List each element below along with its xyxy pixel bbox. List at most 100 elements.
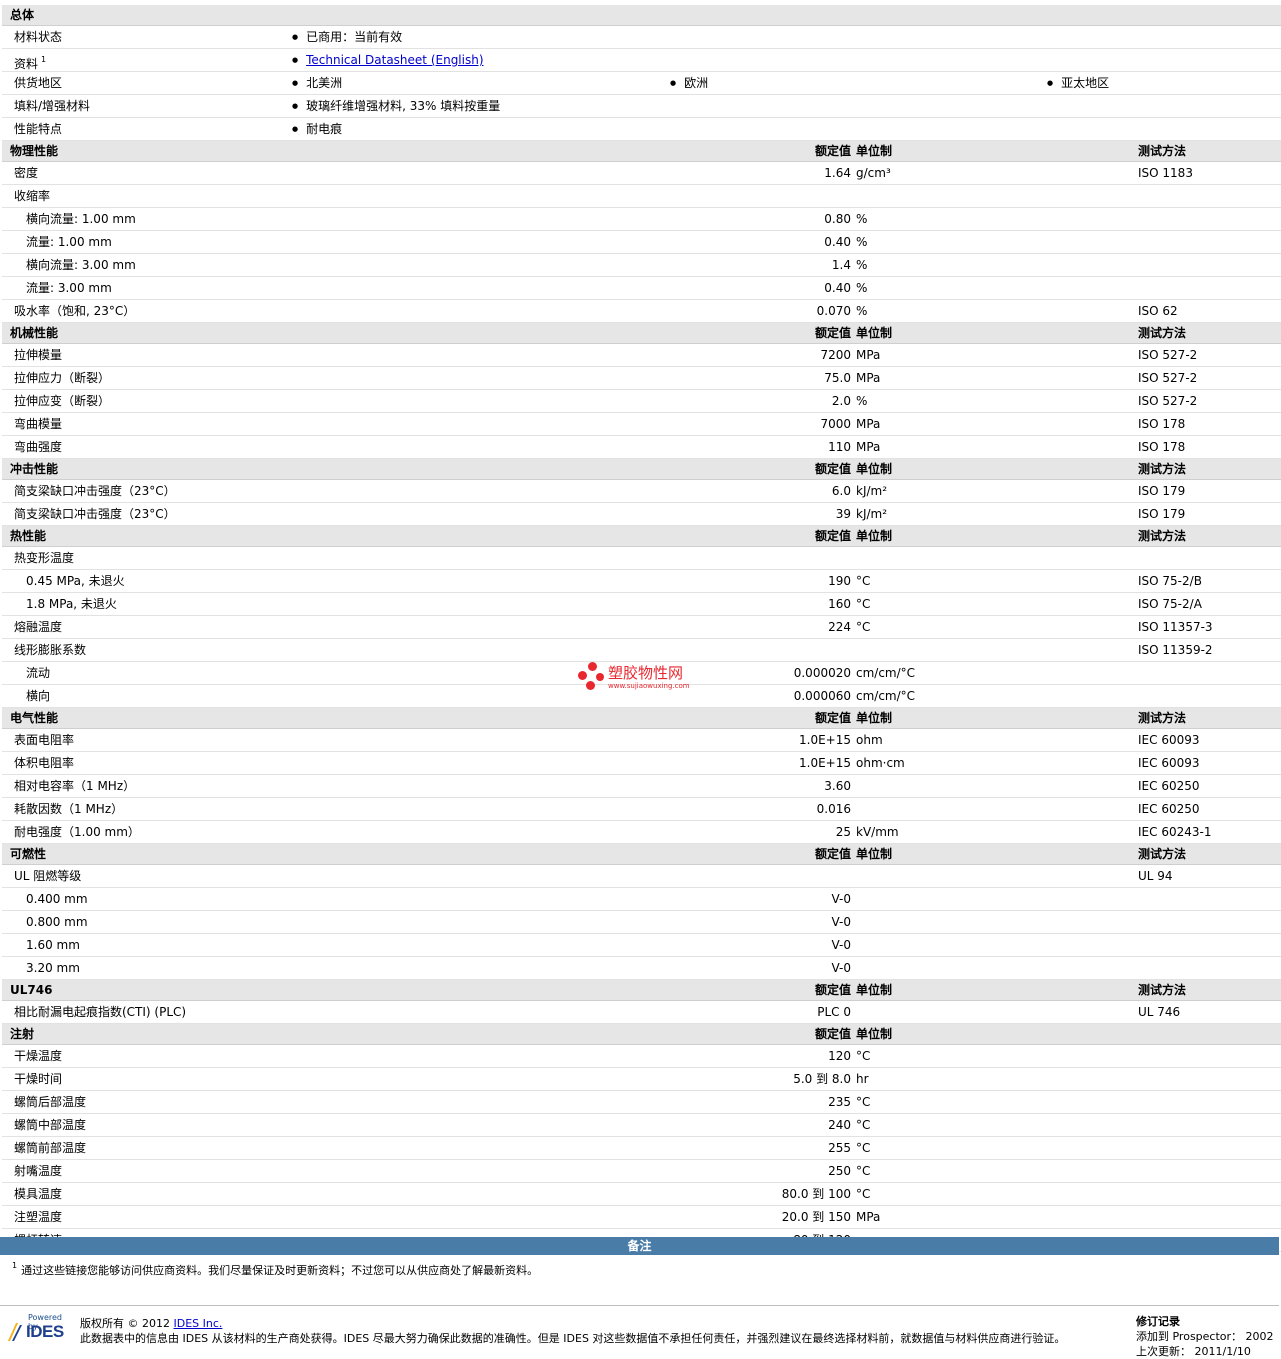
ides-inc-link[interactable]: IDES Inc. bbox=[173, 1317, 222, 1330]
copyright-block: 版权所有 © 2012 IDES Inc. 此数据表中的信息由 IDES 从该材… bbox=[80, 1316, 1120, 1346]
property-value: 7000 bbox=[820, 417, 851, 431]
property-row: 0.800 mm V-0 bbox=[2, 911, 1281, 934]
property-name: 流动 bbox=[26, 666, 51, 680]
property-row: 相比耐漏电起痕指数(CTI) (PLC) PLC 0 UL 746 bbox=[2, 1001, 1281, 1024]
property-row: 1.8 MPa, 未退火 160 °C ISO 75-2/A bbox=[2, 593, 1281, 616]
property-value: 250 bbox=[828, 1164, 851, 1178]
technical-datasheet-link[interactable]: Technical Datasheet (English) bbox=[306, 53, 483, 67]
property-value: 160 bbox=[828, 597, 851, 611]
property-value: V-0 bbox=[831, 892, 851, 906]
test-method: IEC 60093 bbox=[1138, 756, 1200, 770]
section-header: 热性能 额定值 单位制 测试方法 bbox=[2, 526, 1281, 547]
property-name: 注塑温度 bbox=[14, 1210, 63, 1224]
property-name: 简支梁缺口冲击强度（23°C） bbox=[14, 484, 176, 498]
property-name: 吸水率（饱和, 23°C） bbox=[14, 304, 136, 318]
property-row: 拉伸模量 7200 MPa ISO 527-2 bbox=[2, 344, 1281, 367]
property-row: 耗散因数（1 MHz） 0.016 IEC 60250 bbox=[2, 798, 1281, 821]
property-value: 20.0 到 150 bbox=[781, 1210, 851, 1224]
column-header-unit: 单位制 bbox=[856, 711, 893, 725]
copyright-text: 版权所有 © 2012 bbox=[80, 1317, 174, 1330]
property-unit: °C bbox=[856, 1118, 871, 1132]
property-name: 拉伸应力（断裂） bbox=[14, 371, 111, 385]
property-unit: °C bbox=[856, 597, 871, 611]
property-name: 0.400 mm bbox=[26, 892, 88, 906]
column-header-test: 测试方法 bbox=[1138, 529, 1187, 543]
row-label: 供货地区 bbox=[14, 76, 63, 90]
test-method: ISO 527-2 bbox=[1138, 371, 1198, 385]
property-unit: % bbox=[856, 235, 868, 249]
section-title: 可燃性 bbox=[10, 847, 47, 861]
property-name: 横向流量: 3.00 mm bbox=[26, 258, 136, 272]
property-unit: kJ/m² bbox=[856, 484, 888, 498]
property-name: 横向流量: 1.00 mm bbox=[26, 212, 136, 226]
property-value: 120 bbox=[828, 1049, 851, 1063]
notes-header: 备注 bbox=[0, 1237, 1279, 1255]
test-method: UL 746 bbox=[1138, 1005, 1181, 1019]
row-label: 材料状态 bbox=[14, 30, 63, 44]
column-header-test: 测试方法 bbox=[1138, 326, 1187, 340]
bullet-item: Technical Datasheet (English) bbox=[292, 49, 483, 73]
property-unit: ohm bbox=[856, 733, 883, 747]
property-row: 干燥温度 120 °C bbox=[2, 1045, 1281, 1068]
section-header: 机械性能 额定值 单位制 测试方法 bbox=[2, 323, 1281, 344]
property-row: 0.400 mm V-0 bbox=[2, 888, 1281, 911]
property-row: 吸水率（饱和, 23°C） 0.070% ISO 62 bbox=[2, 300, 1281, 323]
revision-history: 修订记录 添加到 Prospector： 2002 上次更新： 2011/1/1… bbox=[1136, 1314, 1281, 1359]
test-method: ISO 11357-3 bbox=[1138, 620, 1213, 634]
property-name: 热变形温度 bbox=[14, 551, 75, 565]
property-row: 模具温度 80.0 到 100 °C bbox=[2, 1183, 1281, 1206]
general-row-features: 性能特点 耐电痕 bbox=[2, 118, 1281, 141]
property-unit: °C bbox=[856, 620, 871, 634]
test-method: ISO 75-2/B bbox=[1138, 574, 1202, 588]
column-header-value: 额定值 bbox=[814, 326, 851, 340]
property-row: 螺筒中部温度 240 °C bbox=[2, 1114, 1281, 1137]
test-method: ISO 179 bbox=[1138, 507, 1186, 521]
property-unit: kJ/m² bbox=[856, 507, 888, 521]
property-name: 0.45 MPa, 未退火 bbox=[26, 574, 125, 588]
property-name: 横向 bbox=[26, 689, 51, 703]
bullet-item: 玻璃纤维增强材料, 33% 填料按重量 bbox=[292, 95, 500, 119]
property-value: 0.000020 bbox=[793, 666, 851, 680]
column-header-unit: 单位制 bbox=[856, 326, 893, 340]
general-row-literature: 资料1 Technical Datasheet (English) bbox=[2, 49, 1281, 72]
test-method: ISO 75-2/A bbox=[1138, 597, 1202, 611]
property-value: 0.000060 bbox=[793, 689, 851, 703]
property-name: 简支梁缺口冲击强度（23°C） bbox=[14, 507, 176, 521]
property-unit: kV/mm bbox=[856, 825, 899, 839]
column-header-unit: 单位制 bbox=[856, 983, 893, 997]
disclaimer-text: 此数据表中的信息由 IDES 从该材料的生产商处获得。IDES 尽最大努力确保此… bbox=[80, 1332, 1066, 1345]
property-value: 6.0 bbox=[831, 484, 851, 498]
footnote: 1 通过这些链接您能够访问供应商资料。我们尽量保证及时更新资料；不过您可以从供应商… bbox=[12, 1261, 539, 1277]
property-name: 0.800 mm bbox=[26, 915, 88, 929]
ides-mark-icon bbox=[8, 1323, 22, 1341]
section-header: 物理性能 额定值 单位制 测试方法 bbox=[2, 141, 1281, 162]
column-header-unit: 单位制 bbox=[856, 144, 893, 158]
property-row: 弯曲模量 7000 MPa ISO 178 bbox=[2, 413, 1281, 436]
property-row: 拉伸应变（断裂） 2.0% ISO 527-2 bbox=[2, 390, 1281, 413]
property-name: 1.60 mm bbox=[26, 938, 80, 952]
property-value: 39 bbox=[835, 507, 851, 521]
property-name: 相对电容率（1 MHz） bbox=[14, 779, 136, 793]
property-name: 螺筒中部温度 bbox=[14, 1118, 87, 1132]
property-value: V-0 bbox=[831, 915, 851, 929]
general-row-availability: 供货地区 北美洲 欧洲 亚太地区 bbox=[2, 72, 1281, 95]
property-value: 0.80 bbox=[824, 212, 851, 226]
property-row: 收缩率 bbox=[2, 185, 1281, 208]
property-value: 75.0 bbox=[824, 371, 851, 385]
property-unit: % bbox=[856, 258, 868, 272]
row-label: 填料/增强材料 bbox=[14, 99, 91, 113]
ides-logo[interactable]: Powered by IDES bbox=[6, 1313, 72, 1353]
test-method: ISO 62 bbox=[1138, 304, 1178, 318]
property-row: 横向流量: 3.00 mm 1.4% bbox=[2, 254, 1281, 277]
property-row: 表面电阻率 1.0E+15 ohm IEC 60093 bbox=[2, 729, 1281, 752]
property-name: 射嘴温度 bbox=[14, 1164, 63, 1178]
property-value: 1.0E+15 bbox=[799, 756, 851, 770]
property-name: 熔融温度 bbox=[14, 620, 63, 634]
property-name: UL 阻燃等级 bbox=[14, 869, 82, 883]
property-value: 3.60 bbox=[824, 779, 851, 793]
property-row: 拉伸应力（断裂） 75.0 MPa ISO 527-2 bbox=[2, 367, 1281, 390]
column-header-value: 额定值 bbox=[814, 462, 851, 476]
logo-text: IDES bbox=[26, 1322, 64, 1341]
property-row: 1.60 mm V-0 bbox=[2, 934, 1281, 957]
property-name: 3.20 mm bbox=[26, 961, 80, 975]
